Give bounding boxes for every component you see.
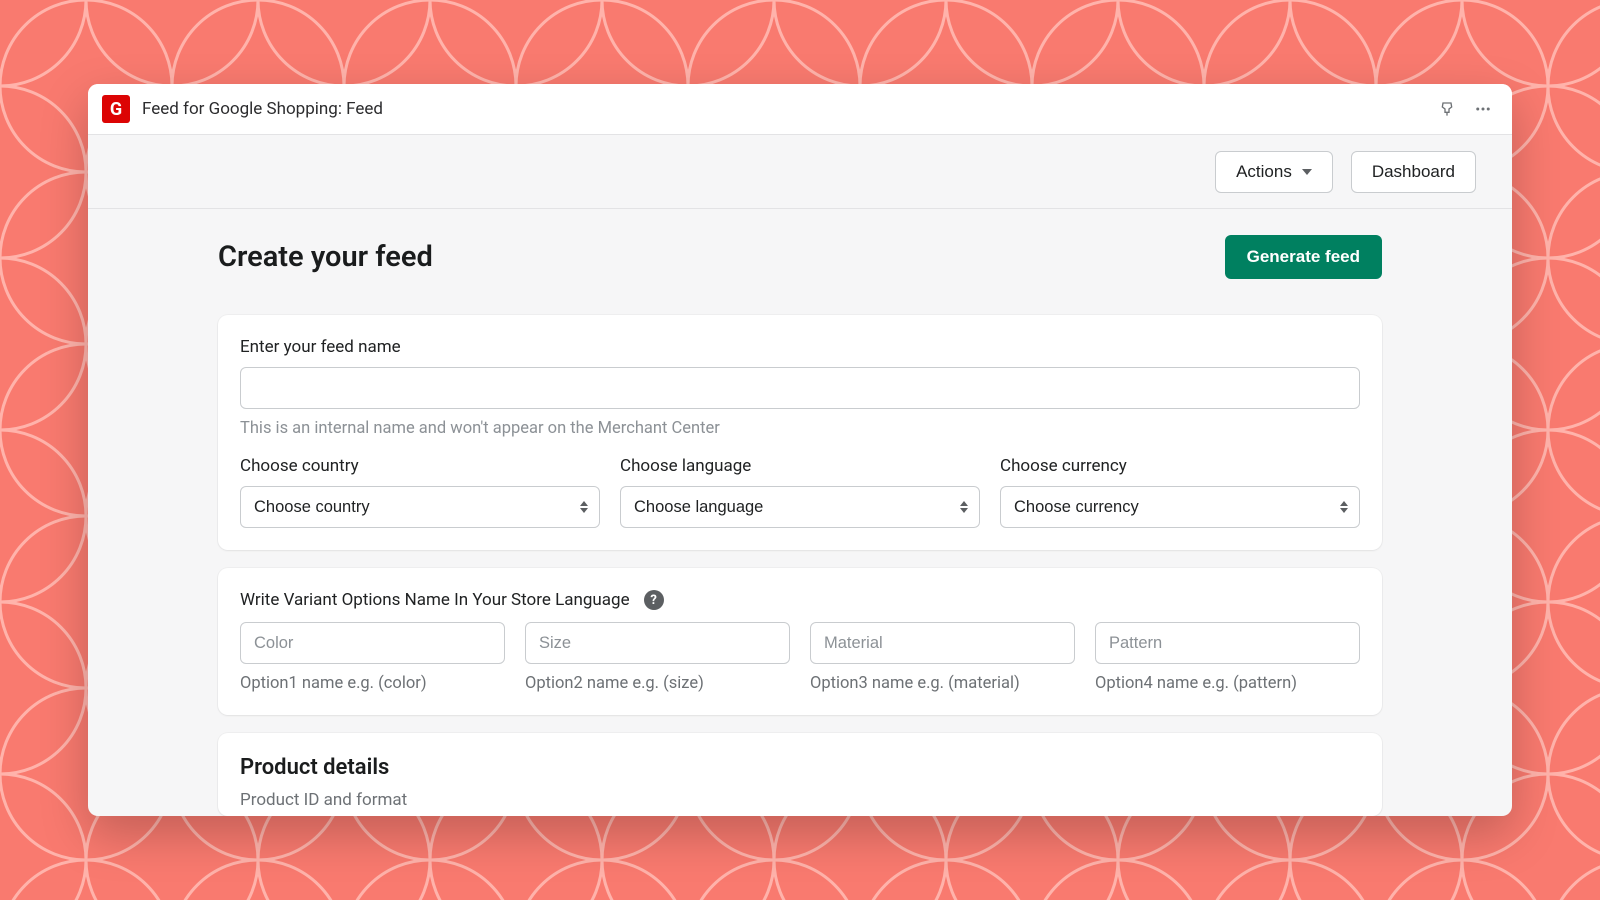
language-label: Choose language <box>620 456 980 476</box>
feed-name-label: Enter your feed name <box>240 337 1360 357</box>
help-icon[interactable]: ? <box>644 590 664 610</box>
select-caret-icon <box>1340 501 1348 513</box>
variant-option-3-hint: Option3 name e.g. (material) <box>810 674 1075 693</box>
variant-option-2-hint: Option2 name e.g. (size) <box>525 674 790 693</box>
generate-feed-button[interactable]: Generate feed <box>1225 235 1382 279</box>
variant-option-4-hint: Option4 name e.g. (pattern) <box>1095 674 1360 693</box>
select-caret-icon <box>960 501 968 513</box>
feed-basics-card: Enter your feed name This is an internal… <box>218 315 1382 550</box>
actions-label: Actions <box>1236 162 1292 182</box>
product-details-title: Product details <box>240 755 1360 780</box>
product-details-card: Product details Product ID and format <box>218 733 1382 816</box>
app-logo: G <box>102 95 130 123</box>
page-title: Create your feed <box>218 240 433 274</box>
content-area: Create your feed Generate feed Enter you… <box>88 209 1512 816</box>
page-header: Create your feed Generate feed <box>218 235 1382 279</box>
country-select[interactable] <box>240 486 600 528</box>
pin-icon[interactable] <box>1432 94 1462 124</box>
caret-down-icon <box>1302 169 1312 175</box>
variant-heading: Write Variant Options Name In Your Store… <box>240 590 630 610</box>
titlebar: G Feed for Google Shopping: Feed <box>88 84 1512 135</box>
currency-select[interactable] <box>1000 486 1360 528</box>
language-select[interactable] <box>620 486 980 528</box>
variant-option-1-hint: Option1 name e.g. (color) <box>240 674 505 693</box>
dashboard-label: Dashboard <box>1372 162 1455 182</box>
currency-label: Choose currency <box>1000 456 1360 476</box>
dashboard-button[interactable]: Dashboard <box>1351 151 1476 193</box>
more-icon[interactable] <box>1468 94 1498 124</box>
variant-option-4-input[interactable] <box>1095 622 1360 664</box>
select-caret-icon <box>580 501 588 513</box>
variant-option-2-input[interactable] <box>525 622 790 664</box>
variant-option-3-input[interactable] <box>810 622 1075 664</box>
app-window: G Feed for Google Shopping: Feed Actions… <box>88 84 1512 816</box>
variant-option-1-input[interactable] <box>240 622 505 664</box>
actions-button[interactable]: Actions <box>1215 151 1333 193</box>
feed-name-input[interactable] <box>240 367 1360 409</box>
app-title: Feed for Google Shopping: Feed <box>142 99 383 119</box>
feed-name-help: This is an internal name and won't appea… <box>240 419 1360 438</box>
country-label: Choose country <box>240 456 600 476</box>
toolbar: Actions Dashboard <box>88 135 1512 209</box>
variant-options-card: Write Variant Options Name In Your Store… <box>218 568 1382 715</box>
product-details-subtitle: Product ID and format <box>240 790 1360 810</box>
